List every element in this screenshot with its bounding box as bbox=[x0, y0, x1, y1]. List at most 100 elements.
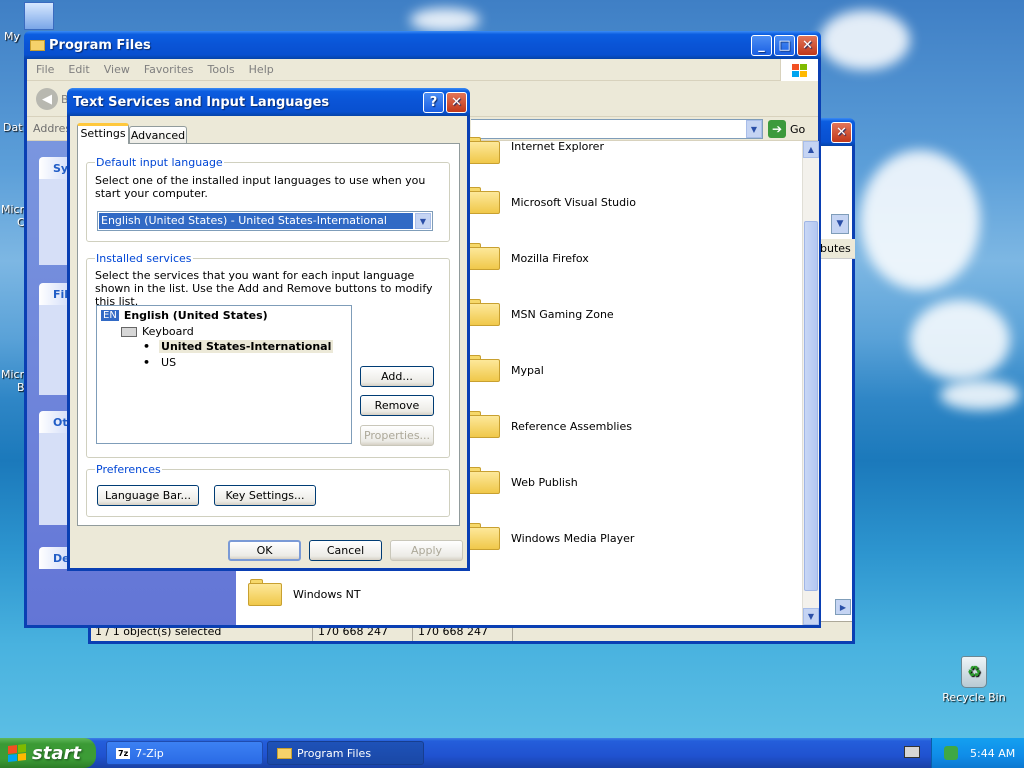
folder-name: MSN Gaming Zone bbox=[511, 308, 614, 321]
desktop-icon-micro-b[interactable]: Micr B bbox=[1, 368, 25, 394]
tree-item-layout[interactable]: • United States-International bbox=[143, 340, 334, 353]
folder-name: Microsoft Visual Studio bbox=[511, 196, 636, 209]
list-item[interactable]: Internet Explorer bbox=[466, 136, 786, 170]
tab-advanced[interactable]: Advanced bbox=[129, 126, 187, 144]
menu-view[interactable]: View bbox=[104, 63, 130, 76]
ok-button[interactable]: OK bbox=[228, 540, 301, 561]
properties-button[interactable]: Properties... bbox=[360, 425, 434, 446]
go-label: Go bbox=[790, 122, 806, 136]
list-item[interactable]: Web Publish bbox=[466, 466, 786, 500]
keyboard-label: Keyboard bbox=[142, 325, 194, 338]
tree-item-keyboard[interactable]: Keyboard bbox=[121, 325, 194, 338]
folder-icon bbox=[466, 466, 500, 494]
desktop-icon-micro-c[interactable]: Micr C bbox=[1, 203, 25, 229]
clock[interactable]: 5:44 AM bbox=[970, 747, 1015, 760]
language-bar-button[interactable]: Language Bar... bbox=[97, 485, 199, 506]
help-icon[interactable]: ? bbox=[423, 91, 444, 113]
add-button[interactable]: Add... bbox=[360, 366, 434, 387]
list-item[interactable]: Microsoft Visual Studio bbox=[466, 186, 786, 220]
maximize-icon[interactable]: □ bbox=[774, 34, 795, 56]
desktop-icon-label: C bbox=[17, 216, 25, 229]
list-item[interactable]: Mypal bbox=[466, 354, 786, 388]
services-tree[interactable]: EN English (United States) Keyboard • Un… bbox=[96, 305, 352, 444]
menu-bar: File Edit View Favorites Tools Help bbox=[27, 59, 818, 81]
desktop-icon-data[interactable]: Dat bbox=[3, 121, 23, 134]
group-title: Installed services bbox=[95, 252, 193, 265]
menu-tools[interactable]: Tools bbox=[208, 63, 235, 76]
group-description: Select the services that you want for ea… bbox=[95, 269, 433, 308]
menu-help[interactable]: Help bbox=[249, 63, 274, 76]
folder-icon bbox=[466, 186, 500, 214]
folder-icon bbox=[466, 522, 500, 550]
remove-button[interactable]: Remove bbox=[360, 395, 434, 416]
language-code-icon: EN bbox=[101, 310, 119, 321]
folder-name: Windows Media Player bbox=[511, 532, 635, 545]
folder-icon bbox=[30, 39, 45, 51]
address-label: Addres bbox=[33, 122, 72, 135]
close-icon[interactable]: ✕ bbox=[446, 91, 467, 113]
tab-settings[interactable]: Settings bbox=[77, 123, 129, 144]
tab-label: Settings bbox=[80, 127, 126, 140]
list-item[interactable]: Mozilla Firefox bbox=[466, 242, 786, 276]
taskbar-item-7zip[interactable]: 7z 7-Zip bbox=[106, 741, 263, 765]
start-label: start bbox=[32, 742, 81, 764]
taskbar-item-label: Program Files bbox=[297, 746, 372, 760]
vscrollbar[interactable]: ▲ ▼ bbox=[802, 141, 819, 625]
folder-icon bbox=[277, 747, 292, 759]
desktop-icon-label: Recycle Bin bbox=[942, 691, 1006, 704]
list-item[interactable]: Windows Media Player bbox=[466, 522, 786, 556]
desktop-icon-recycle-bin[interactable]: ♻ Recycle Bin bbox=[942, 656, 1006, 704]
minimize-icon[interactable]: _ bbox=[751, 34, 772, 56]
text-services-dialog: Text Services and Input Languages ? ✕ Se… bbox=[67, 88, 470, 571]
installed-services-group: Installed services Select the services t… bbox=[86, 252, 450, 458]
default-language-select[interactable]: English (United States) - United States-… bbox=[97, 211, 433, 231]
chevron-down-icon[interactable]: ▼ bbox=[415, 213, 431, 229]
windows-flag-icon bbox=[8, 744, 26, 762]
recycle-bin-icon: ♻ bbox=[961, 656, 987, 688]
back-window-dropdown-arrow[interactable]: ▼ bbox=[831, 214, 849, 234]
system-tray: 5:44 AM bbox=[931, 738, 1024, 768]
tree-item-layout[interactable]: • US bbox=[143, 356, 178, 369]
dialog-title: Text Services and Input Languages bbox=[73, 94, 330, 110]
group-description: Select one of the installed input langua… bbox=[95, 174, 426, 200]
preferences-group: Preferences Language Bar... Key Settings… bbox=[86, 463, 450, 517]
folder-name: Internet Explorer bbox=[511, 140, 604, 153]
menu-edit[interactable]: Edit bbox=[68, 63, 89, 76]
folder-name: Reference Assemblies bbox=[511, 420, 632, 433]
layout-label: US bbox=[161, 356, 177, 369]
desktop-icon-label: Micr bbox=[1, 203, 25, 216]
hscroll-right-button[interactable]: ▶ bbox=[835, 599, 851, 615]
dialog-titlebar[interactable]: Text Services and Input Languages ? ✕ bbox=[67, 88, 470, 116]
network-icon[interactable] bbox=[944, 746, 958, 760]
start-button[interactable]: start bbox=[0, 738, 96, 768]
list-item[interactable]: MSN Gaming Zone bbox=[466, 298, 786, 332]
menu-favorites[interactable]: Favorites bbox=[144, 63, 194, 76]
list-item[interactable]: Windows NT bbox=[248, 578, 568, 612]
language-bar-keyboard-icon[interactable] bbox=[904, 746, 920, 758]
taskbar: start 7z 7-Zip Program Files 5:44 AM bbox=[0, 738, 1024, 768]
7zip-icon: 7z bbox=[116, 747, 131, 759]
close-icon[interactable]: ✕ bbox=[797, 34, 818, 56]
back-button[interactable]: ◀ B bbox=[36, 88, 69, 110]
cancel-button[interactable]: Cancel bbox=[309, 540, 382, 561]
explorer-titlebar[interactable]: Program Files _ □ ✕ bbox=[24, 31, 821, 59]
bullet-icon: • bbox=[143, 356, 151, 369]
scroll-up-button[interactable]: ▲ bbox=[803, 141, 819, 158]
key-settings-button[interactable]: Key Settings... bbox=[214, 485, 316, 506]
column-header-label: butes bbox=[820, 242, 851, 255]
tab-panel: Default input language Select one of the… bbox=[77, 143, 460, 526]
folder-name: Web Publish bbox=[511, 476, 578, 489]
scroll-thumb[interactable] bbox=[804, 221, 818, 591]
close-icon[interactable]: ✕ bbox=[831, 121, 852, 143]
desktop-icon-label: B bbox=[17, 381, 25, 394]
menu-file[interactable]: File bbox=[36, 63, 54, 76]
taskbar-item-label: 7-Zip bbox=[135, 746, 164, 760]
bullet-icon: • bbox=[143, 340, 151, 353]
tree-item-language[interactable]: EN English (United States) bbox=[101, 309, 268, 322]
scroll-down-button[interactable]: ▼ bbox=[803, 608, 819, 625]
list-item[interactable]: Reference Assemblies bbox=[466, 410, 786, 444]
group-title: Preferences bbox=[95, 463, 162, 476]
taskbar-item-program-files[interactable]: Program Files bbox=[267, 741, 424, 765]
apply-button[interactable]: Apply bbox=[390, 540, 463, 561]
task-section-label: Sy bbox=[53, 162, 69, 175]
